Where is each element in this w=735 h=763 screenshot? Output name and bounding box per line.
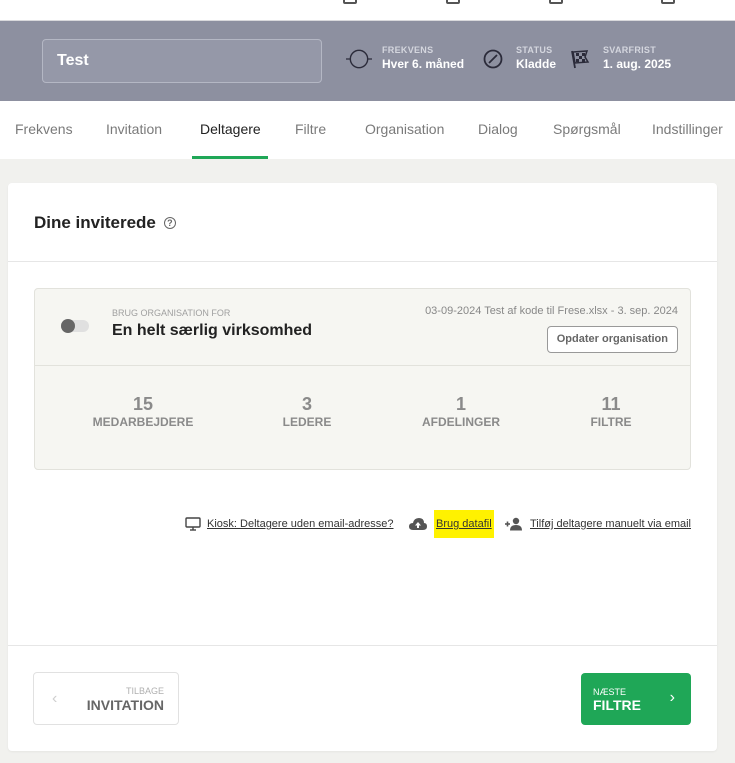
stat-label: MEDARBEJDERE bbox=[92, 415, 194, 429]
datafile-link[interactable]: Brug datafil bbox=[434, 510, 494, 538]
stat-departments: 1 AFDELINGER bbox=[381, 394, 541, 430]
use-organisation-toggle[interactable] bbox=[61, 319, 89, 333]
chevron-right-icon: › bbox=[669, 689, 675, 706]
stat-employees: 15 MEDARBEJDERE bbox=[63, 394, 223, 430]
tab-deltagere[interactable]: Deltagere bbox=[192, 101, 268, 159]
toolbar-icon[interactable] bbox=[343, 0, 357, 4]
stat-label: AFDELINGER bbox=[422, 415, 500, 429]
frequency-icon bbox=[346, 46, 372, 72]
deadline-label: SVARFRIST bbox=[603, 45, 657, 55]
tab-spoergsmaal[interactable]: Spørgsmål bbox=[553, 101, 621, 159]
divider bbox=[35, 365, 690, 366]
stat-value: 1 bbox=[455, 394, 466, 414]
divider bbox=[8, 261, 717, 262]
stat-label: FILTRE bbox=[590, 415, 632, 429]
organisation-name: En helt særlig virksomhed bbox=[112, 322, 313, 339]
monitor-icon bbox=[185, 517, 201, 531]
organisation-box: BRUG ORGANISATION FOR En helt særlig vir… bbox=[34, 288, 691, 470]
checkered-flag-icon bbox=[567, 46, 593, 72]
tab-indstillinger[interactable]: Indstillinger bbox=[652, 101, 723, 159]
update-organisation-button[interactable]: Opdater organisation bbox=[546, 326, 678, 353]
stat-value: 3 bbox=[301, 394, 312, 414]
back-button[interactable]: ‹ TILBAGE INVITATION bbox=[33, 672, 179, 725]
manual-add-link[interactable]: Tilføj deltagere manuelt via email bbox=[530, 518, 691, 530]
toolbar-icon[interactable] bbox=[661, 0, 675, 4]
tab-frekvens[interactable]: Frekvens bbox=[15, 101, 73, 159]
back-small-label: TILBAGE bbox=[125, 686, 164, 696]
kiosk-link-group[interactable]: Kiosk: Deltagere uden email-adresse? bbox=[185, 514, 394, 534]
next-label: FILTRE bbox=[593, 697, 641, 713]
status-icon bbox=[480, 46, 506, 72]
deadline-meta[interactable]: SVARFRIST 1. aug. 2025 bbox=[567, 45, 671, 72]
tab-filtre[interactable]: Filtre bbox=[295, 101, 326, 159]
divider bbox=[8, 645, 717, 646]
top-toolbar bbox=[0, 0, 735, 21]
frequency-label: FREKVENS bbox=[382, 45, 434, 55]
cloud-upload-icon bbox=[408, 517, 428, 531]
add-person-icon bbox=[504, 517, 524, 531]
tab-organisation[interactable]: Organisation bbox=[365, 101, 444, 159]
stat-label: LEDERE bbox=[282, 415, 332, 429]
manual-link-group[interactable]: Tilføj deltagere manuelt via email bbox=[504, 514, 691, 534]
back-label: INVITATION bbox=[86, 697, 164, 713]
participants-card: Dine inviterede ? BRUG ORGANISATION FOR … bbox=[8, 183, 717, 751]
use-organisation-label: BRUG ORGANISATION FOR bbox=[112, 308, 231, 318]
stat-value: 15 bbox=[132, 394, 154, 414]
frequency-meta[interactable]: FREKVENS Hver 6. måned bbox=[346, 45, 464, 72]
toolbar-icon[interactable] bbox=[446, 0, 460, 4]
stat-leaders: 3 LEDERE bbox=[227, 394, 387, 430]
deadline-value: 1. aug. 2025 bbox=[603, 57, 672, 71]
toolbar-icon[interactable] bbox=[549, 0, 563, 4]
survey-name-field[interactable]: Test bbox=[42, 39, 322, 83]
status-value: Kladde bbox=[516, 57, 557, 71]
organisation-file-info: 03-09-2024 Test af kode til Frese.xlsx -… bbox=[425, 305, 678, 317]
kiosk-link[interactable]: Kiosk: Deltagere uden email-adresse? bbox=[207, 518, 394, 530]
status-meta[interactable]: STATUS Kladde bbox=[480, 45, 556, 72]
datafile-link-group[interactable]: Brug datafil bbox=[408, 510, 494, 538]
chevron-left-icon: ‹ bbox=[52, 690, 58, 707]
tab-invitation[interactable]: Invitation bbox=[106, 101, 162, 159]
status-label: STATUS bbox=[516, 45, 553, 55]
survey-header: Test FREKVENS Hver 6. måned STATUS Kladd… bbox=[0, 21, 735, 101]
card-title-text: Dine inviterede bbox=[34, 213, 156, 232]
next-button[interactable]: NÆSTE FILTRE › bbox=[581, 673, 691, 725]
frequency-value: Hver 6. måned bbox=[382, 57, 465, 71]
tab-bar: Frekvens Invitation Deltagere Filtre Org… bbox=[0, 101, 735, 159]
card-title: Dine inviterede ? bbox=[34, 213, 176, 233]
help-icon[interactable]: ? bbox=[163, 217, 176, 229]
tab-dialog[interactable]: Dialog bbox=[478, 101, 518, 159]
next-small-label: NÆSTE bbox=[593, 687, 627, 697]
stat-filters: 11 FILTRE bbox=[531, 394, 691, 430]
stat-value: 11 bbox=[601, 394, 621, 414]
